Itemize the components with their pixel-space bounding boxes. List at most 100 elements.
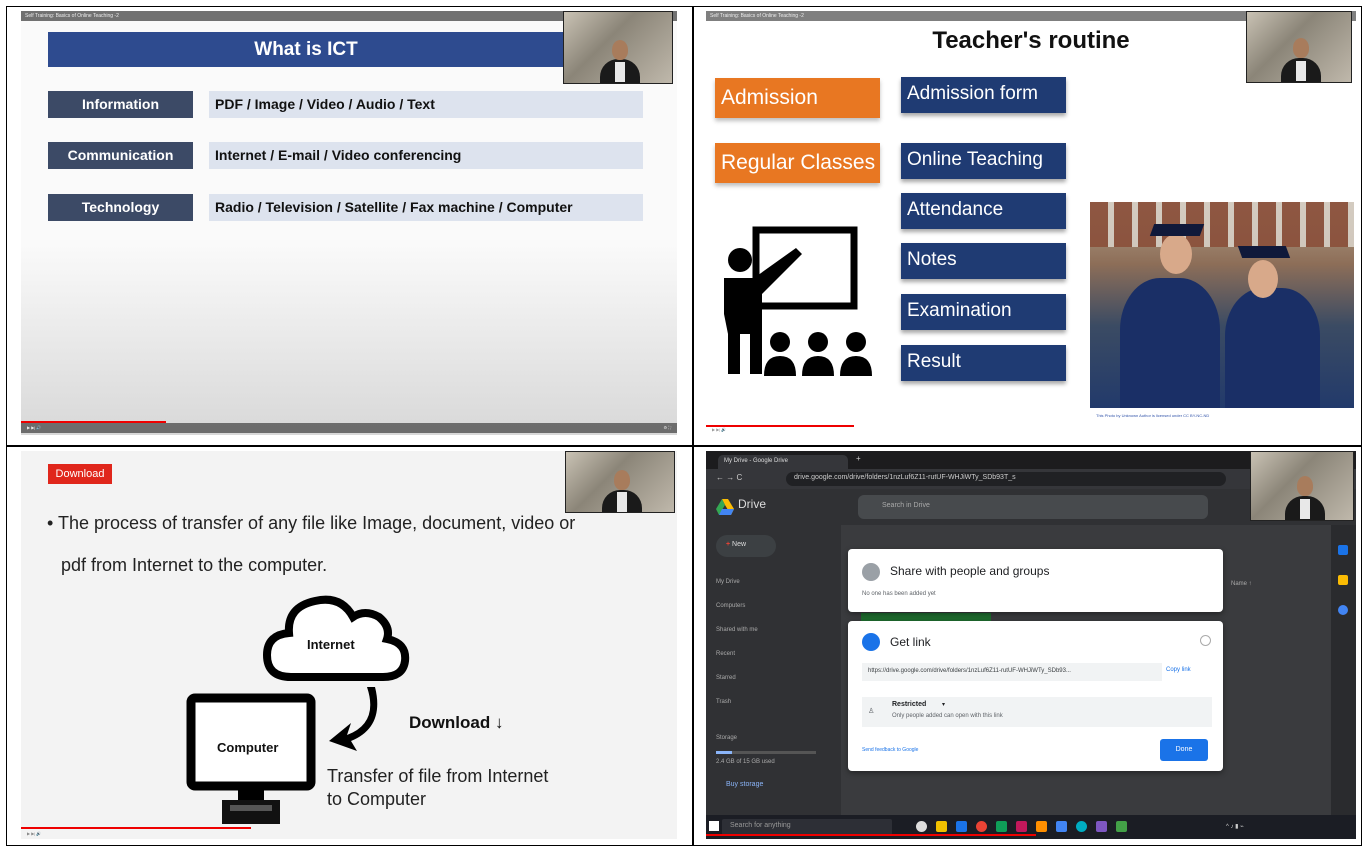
sidebar-item-computers[interactable]: Computers <box>716 603 745 609</box>
app-icon-teal[interactable] <box>1076 821 1087 832</box>
sidebar-item-storage[interactable]: Storage <box>716 735 737 741</box>
windows-start-icon[interactable] <box>709 821 719 831</box>
caption-line-1: Transfer of file from Internet <box>327 766 549 786</box>
chrome-icon[interactable] <box>976 821 987 832</box>
ict-value-communication: Internet / E-mail / Video conferencing <box>209 142 643 169</box>
new-tab-icon[interactable]: + <box>856 454 861 463</box>
restricted-row[interactable]: ♙ Restricted ▾ Only people added can ope… <box>862 697 1212 727</box>
video-frame[interactable]: Self Training: Basics of Online Teaching… <box>706 11 1356 435</box>
cortana-icon[interactable] <box>916 821 927 832</box>
taskbar-search[interactable]: Search for anything <box>722 819 892 835</box>
done-button[interactable]: Done <box>1160 739 1208 761</box>
graduate-cap-left <box>1149 224 1205 236</box>
share-dialog: Share with people and groups No one has … <box>848 549 1223 612</box>
copy-link-button[interactable]: Copy link <box>1166 667 1191 673</box>
sidebar-item-trash[interactable]: Trash <box>716 699 731 705</box>
routine-regular-classes: Regular Classes <box>715 143 880 183</box>
browser-tab[interactable]: My Drive - Google Drive <box>718 455 848 469</box>
graduate-gown-left <box>1120 278 1220 408</box>
keep-icon[interactable] <box>1338 575 1348 585</box>
share-dialog-title: Share with people and groups <box>890 564 1050 578</box>
chevron-down-icon[interactable]: ▾ <box>942 701 945 708</box>
file-explorer-icon[interactable] <box>936 821 947 832</box>
app-icon-pink[interactable] <box>1016 821 1027 832</box>
ict-label-information: Information <box>48 91 193 118</box>
video-panel-download: Download • The process of transfer of an… <box>6 446 693 846</box>
play-icon[interactable]: ▶ ▶| 🔊 <box>27 425 41 430</box>
share-dialog-subtitle: No one has been added yet <box>862 591 936 597</box>
download-badge: Download <box>48 464 112 484</box>
drive-search-input[interactable]: Search in Drive <box>858 495 1208 519</box>
video-controls[interactable]: ▶ ▶| 🔊 <box>706 425 1356 435</box>
presenter-head <box>1297 476 1313 496</box>
restricted-dropdown[interactable]: Restricted <box>892 701 926 708</box>
sidebar-item-my-drive[interactable]: My Drive <box>716 579 740 585</box>
video-controls[interactable]: ▶ ▶| 🔊 <box>21 829 677 839</box>
get-link-dialog: Get link https://drive.google.com/drive/… <box>848 621 1223 771</box>
video-panel-google-drive: My Drive - Google Drive + ← → C drive.go… <box>693 446 1362 846</box>
url-input[interactable]: drive.google.com/drive/folders/1nzLuf6Z1… <box>786 472 1226 486</box>
routine-notes: Notes <box>901 243 1066 279</box>
add-person-icon <box>862 563 880 581</box>
caption-line-2: to Computer <box>327 789 427 809</box>
app-icon-orange[interactable] <box>1036 821 1047 832</box>
play-icon[interactable]: ▶ ▶| 🔊 <box>712 427 726 432</box>
presenter-head <box>612 40 628 60</box>
settings-gear-icon[interactable] <box>1200 635 1211 646</box>
photo-credit[interactable]: This Photo by Unknown Author is licensed… <box>1096 413 1209 418</box>
presenter-webcam <box>565 451 675 513</box>
video-controls[interactable]: ▶ ▶| 🔊 ⚙ ⛶ <box>21 423 677 433</box>
app-icon-purple[interactable] <box>1096 821 1107 832</box>
lock-person-icon: ♙ <box>868 708 875 715</box>
video-frame[interactable]: My Drive - Google Drive + ← → C drive.go… <box>706 451 1356 839</box>
play-icon[interactable]: ▶ ▶| 🔊 <box>27 831 41 836</box>
presenter-head <box>1293 38 1309 58</box>
graduate-gown-right <box>1225 288 1320 408</box>
ict-value-technology: Radio / Television / Satellite / Fax mac… <box>209 194 643 221</box>
send-feedback-link[interactable]: Send feedback to Google <box>862 747 918 753</box>
teacher-classroom-icon <box>724 226 872 376</box>
presenter-webcam <box>1250 451 1354 521</box>
ict-label-communication: Communication <box>48 142 193 169</box>
side-panel <box>1331 525 1356 815</box>
internet-label: Internet <box>307 637 355 652</box>
presenter-shirt <box>617 492 627 512</box>
storage-meter-fill <box>716 751 732 754</box>
sidebar-item-shared[interactable]: Shared with me <box>716 627 758 633</box>
graduate-face-right <box>1248 260 1278 298</box>
new-button[interactable]: + New <box>716 535 776 557</box>
drive-logo-icon[interactable] <box>716 499 734 515</box>
name-column-header[interactable]: Name ↑ <box>1231 581 1252 587</box>
app-icon-blue[interactable] <box>1056 821 1067 832</box>
buy-storage-button[interactable]: Buy storage <box>726 781 763 788</box>
ict-label-technology: Technology <box>48 194 193 221</box>
storage-meter <box>716 751 816 754</box>
sidebar-item-starred[interactable]: Starred <box>716 675 736 681</box>
presenter-shirt <box>1300 499 1310 519</box>
presenter-shirt <box>1296 61 1306 81</box>
routine-online-teaching: Online Teaching <box>901 143 1066 179</box>
edge-icon[interactable] <box>956 821 967 832</box>
video-progress-bar[interactable] <box>706 834 1036 836</box>
presenter-head <box>614 470 630 490</box>
video-frame[interactable]: Self Training: Basics of Online Teaching… <box>21 11 677 435</box>
tasks-icon[interactable] <box>1338 605 1348 615</box>
system-tray[interactable]: ^ ♪ ▮ ⌁ <box>1226 823 1244 830</box>
drive-app-name: Drive <box>738 497 767 511</box>
video-title: Self Training: Basics of Online Teaching… <box>710 13 804 19</box>
back-forward-reload-icon[interactable]: ← → C <box>716 473 742 482</box>
video-frame[interactable]: Download • The process of transfer of an… <box>21 451 677 839</box>
sidebar-item-recent[interactable]: Recent <box>716 651 735 657</box>
graduates-photo <box>1090 202 1354 408</box>
settings-icon[interactable]: ⚙ ⛶ <box>664 425 672 430</box>
app-icon-lime[interactable] <box>1116 821 1127 832</box>
computer-icon <box>186 693 316 824</box>
bullet-line-2: pdf from Internet to the computer. <box>61 555 328 575</box>
ict-value-information: PDF / Image / Video / Audio / Text <box>209 91 643 118</box>
screenshot-grid: Self Training: Basics of Online Teaching… <box>0 0 1368 850</box>
calendar-icon[interactable] <box>1338 545 1348 555</box>
share-link-field[interactable]: https://drive.google.com/drive/folders/1… <box>862 663 1162 681</box>
get-link-title: Get link <box>890 635 931 649</box>
app-icon-green[interactable] <box>996 821 1007 832</box>
routine-admission-form: Admission form <box>901 77 1066 113</box>
